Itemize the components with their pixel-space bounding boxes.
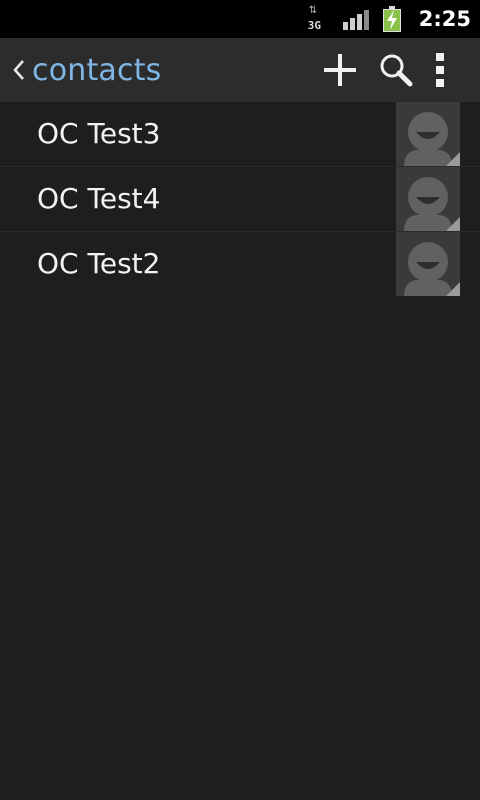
add-contact-button[interactable]	[312, 38, 368, 102]
chevron-left-icon	[13, 60, 24, 80]
default-contact-avatar-icon[interactable]	[396, 167, 460, 231]
contact-name: OC Test4	[37, 182, 161, 215]
status-bar: ⇅ 3G 2:25	[0, 0, 480, 38]
status-icons: ⇅ 3G 2:25	[307, 0, 480, 38]
default-contact-avatar-icon[interactable]	[396, 102, 460, 166]
data-arrows-icon: ⇅	[308, 5, 317, 16]
overflow-menu-icon	[436, 53, 444, 87]
contact-list: OC Test3 OC Test4 OC Test2	[0, 102, 480, 800]
network-type-label: 3G	[307, 19, 322, 32]
contact-name: OC Test3	[37, 117, 161, 150]
data-activity-icon: ⇅ 3G	[307, 5, 329, 33]
contact-row[interactable]: OC Test4	[0, 167, 480, 232]
default-contact-avatar-icon[interactable]	[396, 232, 460, 296]
overflow-menu-button[interactable]	[412, 38, 468, 102]
up-navigation-button[interactable]: contacts	[12, 38, 162, 102]
contact-name: OC Test2	[37, 247, 161, 280]
signal-strength-icon	[342, 8, 369, 30]
battery-charging-icon	[382, 6, 401, 32]
search-icon	[380, 54, 413, 87]
page-title: contacts	[32, 52, 162, 88]
action-bar: contacts	[0, 38, 480, 102]
contact-row[interactable]: OC Test3	[0, 102, 480, 167]
add-icon	[324, 54, 356, 86]
status-clock: 2:25	[418, 7, 471, 31]
contact-row[interactable]: OC Test2	[0, 232, 480, 296]
